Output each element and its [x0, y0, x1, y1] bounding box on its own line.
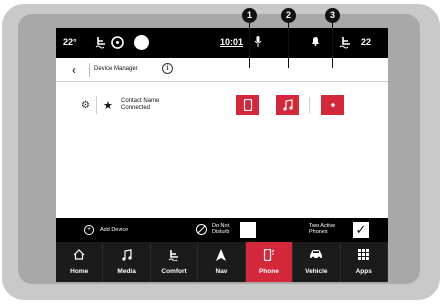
callout-line-1 [249, 23, 250, 68]
callout-line-2 [288, 23, 289, 68]
nav-phone-label: Phone [258, 268, 279, 275]
nav-media-label: Media [117, 268, 136, 275]
header-bar: ‹ Device Manager i [56, 58, 388, 82]
nav-home[interactable]: Home [56, 242, 104, 282]
home-icon [73, 249, 85, 260]
passenger-seat-icon[interactable] [338, 35, 354, 51]
nav-apps-label: Apps [355, 268, 372, 275]
button-divider [309, 97, 310, 113]
device-name-line1: Contact Name [121, 98, 160, 104]
nav-media[interactable]: Media [103, 242, 151, 282]
device-name[interactable]: Contact Name Connected [121, 98, 159, 112]
phone-icon [263, 248, 275, 262]
clock: 10:01 [220, 37, 244, 47]
audio-profile-button[interactable] [276, 95, 299, 115]
nav-apps[interactable]: Apps [341, 242, 388, 282]
nav-nav[interactable]: Nav [198, 242, 246, 282]
nav-comfort[interactable]: Comfort [151, 242, 199, 282]
music-note-icon [283, 99, 293, 111]
status-indicator-icon [134, 35, 149, 50]
add-device-button[interactable]: Add Device [100, 227, 128, 233]
nav-phone[interactable]: Phone [245, 242, 294, 282]
callout-1: 1 [242, 8, 257, 23]
callout-line-3 [332, 23, 333, 68]
page-title: Device Manager [94, 66, 138, 72]
music-note-icon [122, 249, 132, 261]
info-icon[interactable]: i [162, 63, 173, 74]
nav-arrow-icon [216, 249, 227, 261]
callout-3: 3 [325, 8, 340, 23]
microphone-icon[interactable] [254, 36, 262, 49]
status-bar: 22° 10:01 22 [56, 28, 388, 58]
phone-icon [243, 98, 252, 112]
two-active-phones-label[interactable]: Two Active Phones [309, 223, 335, 235]
apps-grid-icon [358, 249, 370, 260]
nav-home-label: Home [70, 268, 89, 275]
passenger-temperature[interactable]: 22 [361, 37, 371, 47]
two-phones-line2: Phones [309, 229, 328, 235]
two-active-phones-checkbox[interactable]: ✓ [353, 222, 369, 238]
favorite-star-icon[interactable]: ★ [103, 99, 113, 112]
nav-nav-label: Nav [215, 268, 228, 275]
nav-comfort-label: Comfort [161, 268, 187, 275]
nav-vehicle-label: Vehicle [305, 268, 328, 275]
notification-bell-icon[interactable] [311, 36, 320, 48]
dnd-line2: Disturb [212, 229, 230, 235]
heated-seat-icon[interactable] [94, 35, 108, 51]
row-divider [96, 96, 97, 114]
phone-profile-button[interactable] [236, 95, 259, 115]
device-status-line2: Connected [121, 105, 151, 111]
bottom-nav-bar: Home Media Comfort Nav Phone Vehicle App… [56, 242, 388, 282]
device-manager-panel: ‹ Device Manager i ⚙ ★ Contact Name Conn… [56, 58, 388, 218]
touchscreen: 22° 10:01 22 ‹ Device Manager i ⚙ ★ Cont… [56, 28, 388, 282]
seat-icon [168, 250, 179, 262]
back-button[interactable]: ‹ [72, 63, 76, 77]
callout-2: 2 [281, 8, 296, 23]
car-icon [310, 250, 323, 260]
media-icon [330, 103, 335, 107]
do-not-disturb-label[interactable]: Do Not Disturb [212, 223, 229, 235]
header-divider [89, 63, 90, 77]
nav-vehicle[interactable]: Vehicle [293, 242, 341, 282]
add-device-icon[interactable]: + [84, 225, 94, 235]
media-profile-button[interactable] [321, 95, 344, 115]
action-bar: + Add Device Do Not Disturb Two Active P… [56, 218, 388, 242]
do-not-disturb-checkbox[interactable] [240, 222, 256, 238]
do-not-disturb-icon[interactable] [196, 224, 207, 235]
gear-icon[interactable]: ⚙ [81, 100, 90, 111]
heated-wheel-icon[interactable] [110, 35, 125, 52]
driver-temperature[interactable]: 22° [63, 37, 77, 47]
